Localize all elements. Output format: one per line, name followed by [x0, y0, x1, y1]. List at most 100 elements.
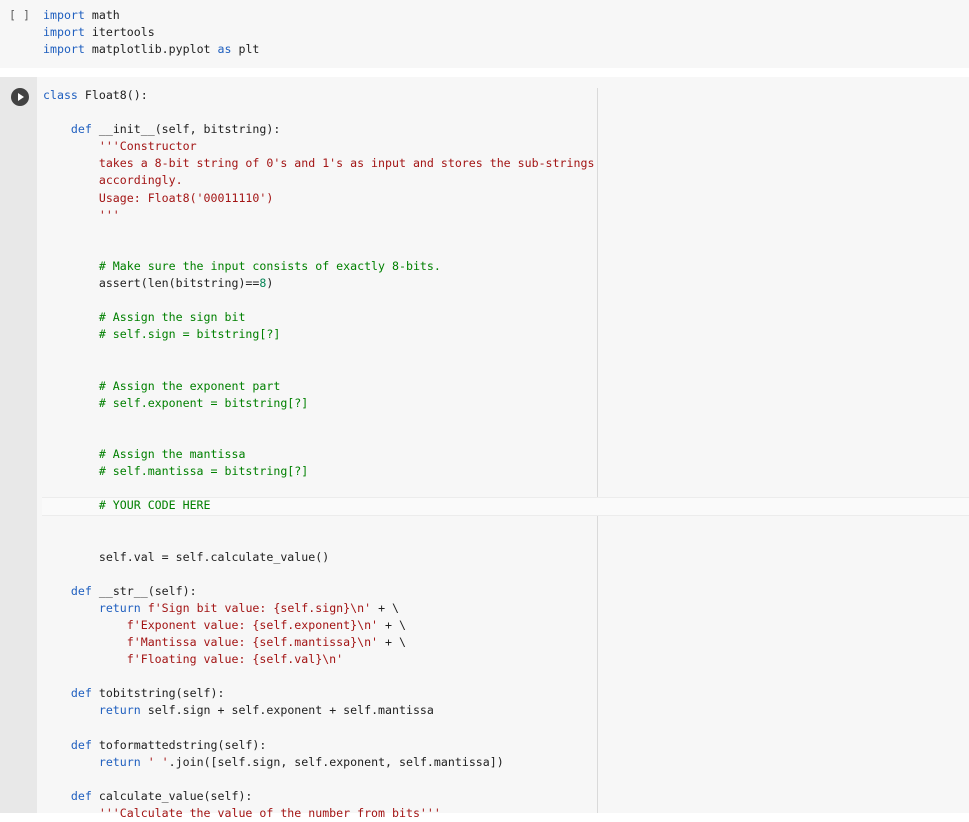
code-token: # Assign the mantissa: [43, 446, 246, 461]
code-token: plt: [231, 42, 260, 57]
code-line[interactable]: Usage: Float8('00011110'): [43, 190, 594, 207]
code-line[interactable]: f'Mantissa value: {self.mantissa}\n' + \: [43, 634, 594, 651]
code-token: class: [43, 88, 78, 102]
code-token: self.sign + self.exponent + self.mantiss…: [140, 703, 434, 718]
code-line[interactable]: [43, 566, 594, 583]
code-token: ): [266, 276, 274, 291]
code-line[interactable]: [43, 531, 594, 548]
code-line[interactable]: assert(len(bitstring)==8): [43, 275, 594, 292]
code-token: calculate_value(self):: [91, 788, 253, 803]
code-token: + \: [371, 600, 400, 615]
code-line[interactable]: # self.exponent = bitstring[?]: [43, 395, 594, 412]
code-line[interactable]: [43, 771, 594, 788]
code-line[interactable]: import matplotlib.pyplot as plt: [43, 41, 259, 58]
code-line[interactable]: [43, 480, 594, 497]
code-editor-imports[interactable]: import math import itertools import matplo…: [43, 7, 259, 58]
code-token: matplotlib.pyplot: [84, 42, 218, 57]
code-token: takes a 8-bit string of 0's and 1's as i…: [43, 156, 595, 171]
code-line[interactable]: self.val = self.calculate_value(): [43, 549, 594, 566]
code-token: __init__(self, bitstring):: [91, 122, 281, 137]
code-line[interactable]: [43, 429, 594, 446]
code-line[interactable]: return self.sign + self.exponent + self.…: [43, 702, 594, 719]
code-line[interactable]: f'Floating value: {self.val}\n': [43, 651, 594, 668]
code-line[interactable]: ''': [43, 207, 594, 224]
code-line[interactable]: def toformattedstring(self):: [43, 737, 594, 754]
code-line[interactable]: def __init__(self, bitstring):: [43, 121, 594, 138]
code-token: ''': [43, 207, 120, 222]
code-token: return: [43, 754, 141, 769]
code-line[interactable]: class Float8():: [43, 87, 594, 104]
code-token: __str__(self):: [91, 583, 197, 598]
code-token: assert(len(bitstring)==: [43, 276, 260, 291]
code-token: def: [43, 122, 92, 137]
code-token: Float8():: [77, 88, 148, 102]
code-line[interactable]: # self.mantissa = bitstring[?]: [43, 463, 594, 480]
code-token: as: [217, 42, 232, 57]
code-token: .join([self.sign, self.exponent, self.ma…: [168, 754, 504, 769]
cell-separator: [0, 68, 969, 77]
code-line[interactable]: # Assign the mantissa: [43, 446, 594, 463]
code-token: return: [43, 600, 141, 615]
code-line[interactable]: '''Constructor: [43, 138, 594, 155]
code-token: f'Sign bit value: {self.sign}\n': [147, 600, 372, 615]
code-line[interactable]: # self.sign = bitstring[?]: [43, 326, 594, 343]
code-line[interactable]: import itertools: [43, 24, 259, 41]
code-token: def: [43, 583, 92, 598]
code-line[interactable]: [43, 241, 594, 258]
code-line[interactable]: # Assign the sign bit: [43, 309, 594, 326]
code-line[interactable]: '''Calculate the value of the number fro…: [43, 805, 594, 822]
code-line[interactable]: def __str__(self):: [43, 583, 594, 600]
code-token: tobitstring(self):: [91, 686, 225, 701]
code-line[interactable]: [43, 343, 594, 360]
code-token: f'Floating value: {self.val}\n': [43, 652, 344, 667]
code-line[interactable]: # YOUR CODE HERE: [43, 497, 594, 514]
code-token: toformattedstring(self):: [91, 737, 267, 752]
code-token: # YOUR CODE HERE: [43, 498, 211, 513]
code-token: import: [43, 25, 85, 40]
code-token: f'Mantissa value: {self.mantissa}\n': [43, 635, 379, 649]
code-line[interactable]: [43, 412, 594, 429]
code-token: '''Constructor: [43, 139, 197, 154]
code-token: def: [43, 788, 92, 803]
code-token: return: [43, 703, 141, 718]
code-token: + \: [378, 635, 406, 649]
code-line[interactable]: takes a 8-bit string of 0's and 1's as i…: [43, 155, 595, 172]
code-line[interactable]: [43, 361, 594, 378]
code-token: # Make sure the input consists of exactl…: [43, 258, 441, 273]
cell-execution-count: [ ]: [9, 8, 30, 22]
code-token: # Assign the sign bit: [43, 310, 246, 325]
code-token: ' ': [147, 754, 169, 769]
code-token: import: [43, 42, 85, 57]
code-line[interactable]: f'Exponent value: {self.exponent}\n' + \: [43, 617, 594, 634]
code-token: # self.mantissa = bitstring[?]: [43, 464, 309, 479]
code-line[interactable]: import math: [43, 7, 259, 24]
code-token: # self.sign = bitstring[?]: [43, 327, 281, 342]
code-line[interactable]: # Make sure the input consists of exactl…: [43, 258, 594, 275]
code-token: # self.exponent = bitstring[?]: [43, 395, 309, 410]
code-line[interactable]: # Assign the exponent part: [43, 378, 594, 395]
code-token: import: [43, 8, 85, 22]
code-token: math: [84, 8, 120, 22]
code-token: accordingly.: [43, 173, 183, 188]
code-token: def: [43, 737, 92, 752]
code-line[interactable]: [43, 292, 594, 309]
code-line[interactable]: [43, 224, 594, 241]
code-token: self.val = self.calculate_value(): [43, 549, 330, 564]
cell-gutter: [0, 77, 37, 813]
code-line[interactable]: def tobitstring(self):: [43, 685, 594, 702]
code-line[interactable]: def calculate_value(self):: [43, 788, 594, 805]
code-line[interactable]: return f'Sign bit value: {self.sign}\n' …: [43, 600, 594, 617]
code-token: + \: [378, 617, 406, 632]
code-line[interactable]: [43, 104, 594, 121]
code-line[interactable]: accordingly.: [43, 172, 594, 189]
code-token: itertools: [84, 25, 155, 40]
line-length-ruler: [597, 88, 598, 813]
run-cell-button[interactable]: [11, 88, 29, 106]
code-line[interactable]: [43, 668, 594, 685]
code-editor-float8[interactable]: class Float8(): def __init__(self, bitst…: [43, 87, 594, 822]
code-line[interactable]: return ' '.join([self.sign, self.exponen…: [43, 754, 594, 771]
code-line[interactable]: [43, 719, 594, 736]
play-icon: [18, 93, 24, 101]
code-line[interactable]: [43, 514, 594, 531]
